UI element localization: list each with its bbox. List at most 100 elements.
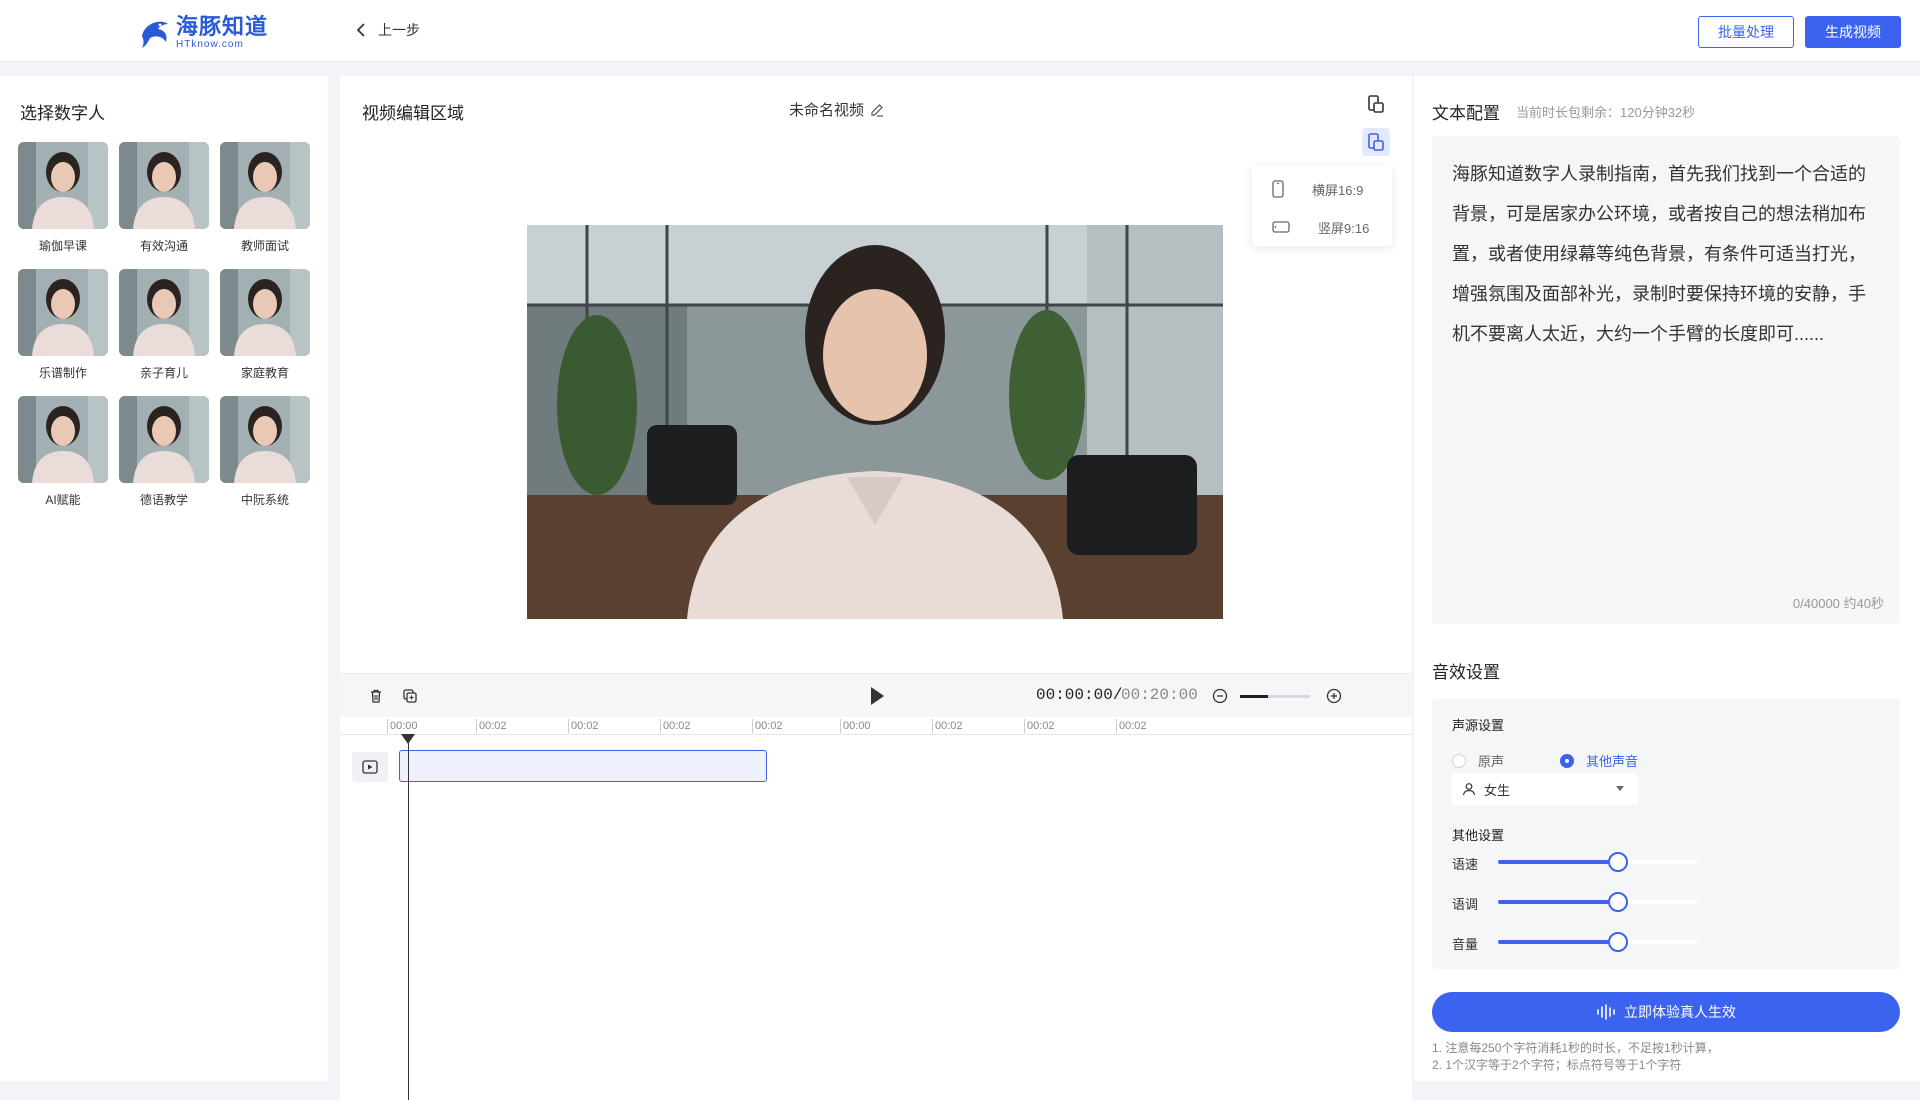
voice-select-value: 女生 (1484, 782, 1511, 798)
volume-slider[interactable] (1498, 932, 1698, 952)
avatar-card[interactable]: AI赋能 (18, 396, 108, 508)
avatar-thumbnail (119, 396, 209, 483)
avatar-label: 中阮系统 (240, 493, 289, 507)
avatar-grid: 瑜伽早课 有效沟通 教师面试 乐谱制作 亲子育儿 家庭教育 AI赋能 德语教学 … (18, 142, 318, 508)
radio-original-voice[interactable]: 原声 (1452, 751, 1504, 770)
timeline-ruler[interactable]: 00:00 00:02 00:02 00:02 00:02 00:00 00:0… (340, 717, 1412, 735)
video-name-text: 未命名视频 (789, 102, 865, 119)
preview-frame (527, 225, 1223, 619)
dolphin-logo-icon (142, 21, 168, 48)
video-preview[interactable] (527, 225, 1223, 619)
avatar-label: 家庭教育 (240, 366, 289, 380)
avatar-label: 教师面试 (240, 239, 289, 253)
avatar-thumbnail (220, 142, 310, 229)
chevron-left-icon (356, 23, 365, 37)
avatar-label: 德语教学 (139, 493, 188, 507)
voice-select[interactable]: 女生 (1452, 773, 1638, 805)
copy-icon (403, 689, 417, 703)
timeline-clip[interactable] (399, 750, 767, 782)
note-1: 1. 注意每250个字符消耗1秒的时长，不足按1秒计算， (1432, 1041, 1719, 1055)
ratio-portrait-option[interactable]: 竖屏9:16 (1252, 208, 1392, 246)
avatar-card[interactable]: 有效沟通 (119, 142, 209, 254)
generate-video-button[interactable]: 生成视频 (1805, 16, 1901, 48)
total-time: 00:20:00 (1121, 686, 1198, 704)
usage-notes: 1. 注意每250个字符消耗1秒的时长，不足按1秒计算， 2. 1个汉字等于2个… (1432, 1040, 1719, 1074)
caret-down-icon (1616, 786, 1624, 791)
phone-landscape-icon (1272, 221, 1290, 233)
play-icon (871, 687, 884, 705)
try-voice-label: 立即体验真人生效 (1624, 1004, 1736, 1020)
avatar-thumbnail (18, 269, 108, 356)
volume-slider-thumb[interactable] (1608, 932, 1628, 952)
pitch-slider-fill (1498, 900, 1618, 904)
zoom-out-button[interactable] (1210, 686, 1230, 706)
duplicate-button[interactable] (400, 686, 420, 706)
avatar-card[interactable]: 德语教学 (119, 396, 209, 508)
avatar-thumbnail (18, 396, 108, 483)
avatar-card[interactable]: 瑜伽早课 (18, 142, 108, 254)
speed-slider-thumb[interactable] (1608, 852, 1628, 872)
avatar-card[interactable]: 教师面试 (220, 142, 310, 254)
pitch-slider-thumb[interactable] (1608, 892, 1628, 912)
speed-slider[interactable] (1498, 852, 1698, 872)
avatar-thumbnail (119, 142, 209, 229)
avatar-label: 乐谱制作 (38, 366, 87, 380)
zoom-slider-fill (1240, 695, 1268, 698)
avatar-card[interactable]: 乐谱制作 (18, 269, 108, 381)
zoom-slider[interactable] (1240, 695, 1310, 698)
ruler-tick: 00:02 (1116, 719, 1147, 733)
top-header: 海豚知道 HTknow.com 上一步 批量处理 生成视频 (0, 0, 1920, 62)
radio-dot (1452, 753, 1466, 768)
pitch-label: 语调 (1452, 897, 1479, 912)
speed-label: 语速 (1452, 857, 1479, 872)
brand-logo[interactable]: 海豚知道 HTknow.com (138, 14, 268, 52)
audio-settings-title: 音效设置 (1432, 663, 1500, 682)
aspect-ratio-active[interactable] (1362, 128, 1390, 156)
logo-text: 海豚知道 HTknow.com (176, 16, 268, 50)
pitch-slider-row: 语调 (1452, 892, 1712, 912)
video-track-icon (362, 760, 378, 774)
pitch-slider[interactable] (1498, 892, 1698, 912)
logo-cn: 海豚知道 (176, 14, 269, 39)
ruler-tick: 00:02 (752, 719, 783, 733)
avatar-thumbnail (220, 396, 310, 483)
try-voice-button[interactable]: 立即体验真人生效 (1432, 992, 1900, 1032)
radio-other-voice[interactable]: 其他声音 (1560, 751, 1638, 770)
zoom-in-button[interactable] (1324, 686, 1344, 706)
video-name[interactable]: 未命名视频 (789, 99, 884, 120)
avatar-panel-title: 选择数字人 (20, 104, 105, 123)
playhead[interactable] (408, 734, 409, 1100)
avatar-label: 瑜伽早课 (38, 239, 87, 253)
avatar-card[interactable]: 家庭教育 (220, 269, 310, 381)
volume-slider-row: 音量 (1452, 932, 1712, 952)
video-editor-panel: 视频编辑区域 未命名视频 横屏16:9 竖屏9:16 00:00:00/ 00:… (340, 76, 1412, 1100)
ruler-tick: 00:02 (476, 719, 507, 733)
batch-process-button[interactable]: 批量处理 (1698, 16, 1794, 48)
ratio-portrait-label: 竖屏9:16 (1318, 220, 1370, 236)
ratio-landscape-option[interactable]: 横屏16:9 (1252, 170, 1392, 208)
voice-source-title: 声源设置 (1452, 718, 1505, 733)
avatar-card[interactable]: 中阮系统 (220, 396, 310, 508)
avatar-label: 有效沟通 (139, 239, 188, 253)
note-2: 2. 1个汉字等于2个字符；标点符号等于1个字符 (1432, 1058, 1682, 1072)
delete-button[interactable] (366, 686, 386, 706)
avatar-thumbnail (18, 142, 108, 229)
speed-slider-row: 语速 (1452, 852, 1712, 872)
audio-settings-box: 声源设置 原声 其他声音 女生 其他设置 语速 语调 音量 (1432, 699, 1900, 969)
ruler-tick: 00:02 (568, 719, 599, 733)
play-button[interactable] (867, 686, 887, 706)
aspect-ratio-toggle[interactable] (1362, 90, 1390, 118)
edit-pencil-icon[interactable] (870, 103, 884, 117)
avatar-card[interactable]: 亲子育儿 (119, 269, 209, 381)
avatar-thumbnail (119, 269, 209, 356)
phone-portrait-icon (1272, 180, 1284, 198)
text-config-title: 文本配置 (1432, 104, 1500, 123)
back-button[interactable]: 上一步 (356, 20, 420, 40)
script-textarea[interactable]: 海豚知道数字人录制指南，首先我们找到一个合适的背景，可是居家办公环境，或者按自己… (1432, 136, 1900, 624)
video-track-button[interactable] (352, 752, 388, 782)
other-settings-title: 其他设置 (1452, 828, 1505, 843)
avatar-thumbnail (220, 269, 310, 356)
zoom-out-icon (1212, 688, 1228, 704)
volume-label: 音量 (1452, 937, 1479, 952)
trash-icon (371, 689, 381, 703)
